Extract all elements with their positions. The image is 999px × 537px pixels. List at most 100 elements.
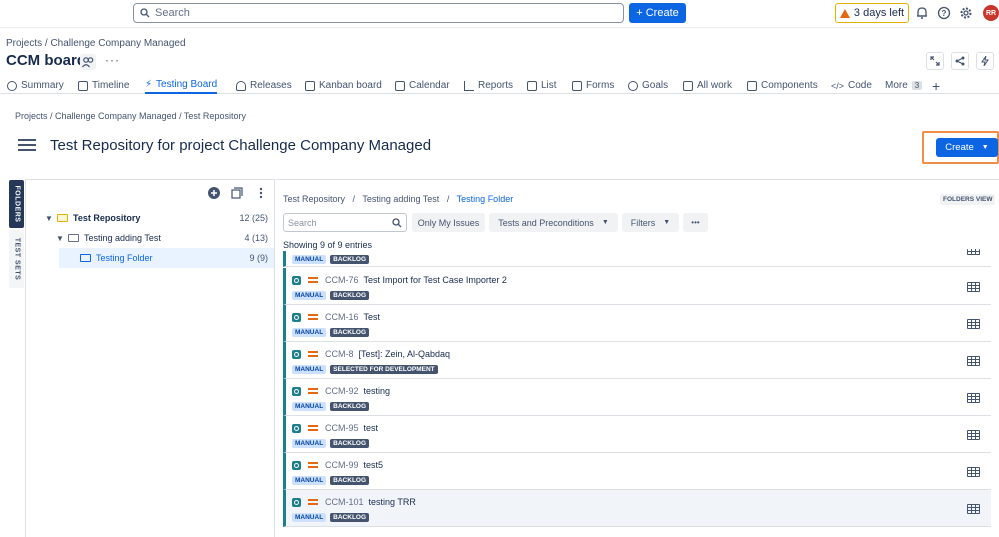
more-vertical-icon[interactable]: [255, 187, 267, 199]
target-icon: [628, 80, 638, 91]
test-labels: MANUAL BACKLOG: [292, 513, 370, 522]
filters-dropdown[interactable]: Filters ▼: [622, 213, 679, 232]
issue-key[interactable]: CCM-92: [325, 386, 359, 396]
tree-item-test-repository[interactable]: ▼ Test Repository 12 (25): [26, 208, 274, 228]
tree-item-count: 4 (13): [244, 233, 268, 243]
table-icon[interactable]: [967, 467, 980, 477]
copy-icon[interactable]: [231, 187, 243, 199]
svg-text:?: ?: [942, 9, 947, 18]
issue-summary[interactable]: Test: [364, 312, 381, 322]
chevron-down-icon[interactable]: ▼: [44, 214, 54, 223]
tab-more[interactable]: More 3: [885, 77, 923, 94]
tab-testing-board[interactable]: ⚡ Testing Board: [145, 77, 218, 94]
table-icon[interactable]: [967, 430, 980, 440]
test-row[interactable]: CCM-95 test MANUAL BACKLOG: [283, 416, 991, 453]
test-type-icon: [292, 497, 301, 507]
user-avatar[interactable]: RR: [983, 5, 999, 21]
chevron-down-icon: ▼: [663, 219, 671, 226]
warning-icon: [839, 8, 850, 18]
status-lozenge: BACKLOG: [330, 255, 370, 264]
share-icon[interactable]: [951, 52, 969, 70]
project-breadcrumb[interactable]: Projects / Challenge Company Managed: [6, 38, 186, 49]
issue-key[interactable]: CCM-99: [325, 460, 359, 470]
team-icon[interactable]: [80, 54, 96, 70]
issue-key[interactable]: CCM-16: [325, 312, 359, 322]
tree-item-testing-folder[interactable]: Testing Folder 9 (9): [59, 248, 274, 268]
table-icon[interactable]: [967, 393, 980, 403]
tab-calendar[interactable]: Calendar: [395, 77, 450, 94]
tab-summary[interactable]: Summary: [7, 77, 64, 94]
issue-key[interactable]: CCM-101: [325, 497, 364, 507]
globe-icon: [7, 80, 17, 91]
expand-icon[interactable]: [926, 52, 944, 70]
tab-code[interactable]: </> Code: [831, 77, 872, 94]
tab-forms[interactable]: Forms: [572, 77, 614, 94]
folders-view-badge[interactable]: FOLDERS VIEW: [940, 194, 996, 205]
crumb-testing-adding-test[interactable]: Testing adding Test: [362, 194, 439, 204]
table-icon[interactable]: [967, 282, 980, 292]
tab-components[interactable]: Components: [747, 77, 818, 94]
global-search-input[interactable]: Search: [133, 3, 624, 23]
table-icon[interactable]: [967, 249, 980, 255]
test-row[interactable]: CCM-101 testing TRR MANUAL BACKLOG: [283, 490, 991, 527]
top-navigation-bar: Search + Create 3 days left ? RR: [0, 0, 999, 28]
tab-releases[interactable]: Releases: [236, 77, 292, 94]
add-folder-icon[interactable]: [208, 187, 220, 199]
test-row[interactable]: CCM-8 [Test]: Zein, Al-Qabdaq MANUAL SELEC…: [283, 342, 991, 379]
issue-summary[interactable]: Test Import for Test Case Importer 2: [364, 275, 507, 285]
issue-summary[interactable]: test5: [364, 460, 384, 470]
repository-create-button[interactable]: Create ▼: [936, 138, 998, 157]
tab-list[interactable]: List: [527, 77, 557, 94]
test-row[interactable]: CCM-92 testing MANUAL BACKLOG: [283, 379, 991, 416]
more-filters-button[interactable]: •••: [683, 213, 708, 232]
bell-icon[interactable]: [915, 6, 929, 20]
tab-kanban-board[interactable]: Kanban board: [305, 77, 382, 94]
status-lozenge: BACKLOG: [330, 439, 370, 448]
tab-all-work[interactable]: All work: [683, 77, 732, 94]
folder-icon: [80, 254, 91, 262]
priority-medium-icon: [308, 314, 318, 320]
issue-key[interactable]: CCM-95: [325, 423, 359, 433]
issue-summary[interactable]: [Test]: Zein, Al-Qabdaq: [359, 349, 451, 359]
issue-key[interactable]: CCM-76: [325, 275, 359, 285]
test-row-header: CCM-99 test5: [292, 460, 383, 470]
table-icon[interactable]: [967, 319, 980, 329]
only-my-issues-button[interactable]: Only My Issues: [412, 213, 485, 232]
tab-reports[interactable]: Reports: [464, 77, 513, 94]
test-row[interactable]: MANUAL BACKLOG: [283, 249, 991, 267]
tab-label: Calendar: [409, 80, 450, 91]
crumb-testing-folder[interactable]: Testing Folder: [457, 194, 514, 204]
tests-and-preconditions-dropdown[interactable]: Tests and Preconditions ▼: [489, 213, 618, 232]
tab-label: Timeline: [92, 80, 130, 91]
board-more-actions[interactable]: ···: [105, 53, 120, 67]
issue-summary[interactable]: testing TRR: [369, 497, 416, 507]
help-icon[interactable]: ?: [937, 6, 951, 20]
tab-label: All work: [697, 80, 733, 91]
tab-folders[interactable]: FOLDERS: [9, 180, 24, 228]
gear-icon[interactable]: [959, 6, 973, 20]
status-lozenge: BACKLOG: [330, 328, 370, 337]
priority-medium-icon: [308, 425, 318, 431]
tree-item-testing-adding-test[interactable]: ▼ Testing adding Test 4 (13): [26, 228, 274, 248]
chevron-down-icon[interactable]: ▼: [55, 234, 65, 243]
crumb-test-repository[interactable]: Test Repository: [283, 194, 345, 204]
automation-bolt-icon[interactable]: [976, 52, 994, 70]
table-icon[interactable]: [967, 356, 980, 366]
issue-key[interactable]: CCM-8: [325, 349, 354, 359]
repository-breadcrumb[interactable]: Projects / Challenge Company Managed / T…: [15, 111, 246, 121]
issue-summary[interactable]: test: [364, 423, 379, 433]
issue-summary[interactable]: testing: [364, 386, 391, 396]
table-icon[interactable]: [967, 504, 980, 514]
create-button[interactable]: + Create: [629, 3, 686, 23]
tab-test-sets[interactable]: TEST SETS: [9, 230, 24, 288]
test-row[interactable]: CCM-99 test5 MANUAL BACKLOG: [283, 453, 991, 490]
trial-days-left-button[interactable]: 3 days left: [835, 3, 909, 23]
add-tab-plus-icon[interactable]: +: [932, 77, 940, 94]
hamburger-menu-icon[interactable]: [18, 139, 36, 151]
tab-label: Testing Board: [156, 79, 218, 90]
tests-search-input[interactable]: Search: [283, 213, 407, 232]
tab-timeline[interactable]: Timeline: [78, 77, 129, 94]
tab-goals[interactable]: Goals: [628, 77, 668, 94]
test-row[interactable]: CCM-76 Test Import for Test Case Importer…: [283, 268, 991, 305]
test-row[interactable]: CCM-16 Test MANUAL BACKLOG: [283, 305, 991, 342]
